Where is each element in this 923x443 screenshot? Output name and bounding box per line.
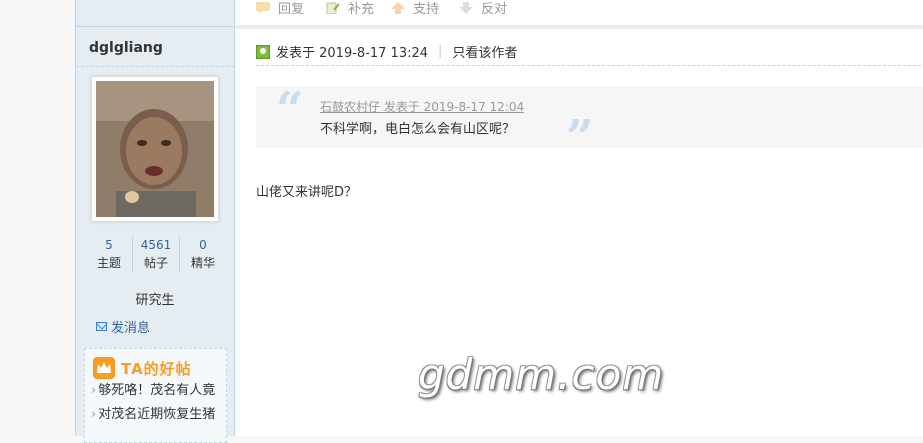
stat-digest-label: 精华: [190, 256, 215, 270]
supplement-action[interactable]: 补充: [326, 0, 374, 17]
thumb-up-icon: [391, 1, 405, 14]
good-posts-header: TA的好帖: [93, 357, 226, 379]
send-message-label: 发消息: [111, 321, 151, 336]
quote-close-icon: ”: [566, 110, 594, 166]
avatar-image: [96, 81, 214, 217]
quote-source-link[interactable]: 石鼓农村仔 发表于 2019-8-17 12:04: [320, 98, 524, 115]
reply-content: 山佬又来讲呢D？: [256, 185, 358, 200]
chevron-right-icon: ›: [91, 407, 97, 422]
quote-block: “ 石鼓农村仔 发表于 2019-8-17 12:04 不科学啊，电白怎么会有山…: [256, 82, 923, 166]
user-stats: 5 主题 4561 帖子 0 精华: [86, 236, 226, 272]
good-post-title[interactable]: 对茂名近期恢复生猪: [98, 407, 215, 422]
good-post-item[interactable]: › 够死咯！茂名有人竟: [91, 379, 226, 403]
good-post-item[interactable]: › 对茂名近期恢复生猪: [91, 403, 226, 427]
post-timestamp: 发表于 2019-8-17 13:24: [276, 46, 429, 61]
supplement-label: 补充: [348, 2, 375, 17]
quote-open-icon: “: [276, 82, 304, 138]
support-label: 支持: [413, 2, 440, 17]
reply-action[interactable]: 回复: [256, 0, 304, 17]
left-gutter: [0, 0, 75, 436]
sidebar-top-strip: [76, 0, 234, 27]
user-rank: 研究生: [135, 293, 175, 308]
avatar[interactable]: [91, 76, 219, 222]
edit-icon: [326, 2, 340, 14]
reply-icon: [256, 1, 270, 14]
send-message-link[interactable]: 发消息: [96, 317, 150, 336]
good-post-title[interactable]: 够死咯！茂名有人竟: [98, 383, 215, 398]
stat-digest-value[interactable]: 0: [180, 236, 226, 254]
oppose-action[interactable]: 反对: [459, 0, 507, 17]
oppose-label: 反对: [481, 2, 508, 17]
post-actions-bar: 回复 补充 支持 反对: [236, 0, 923, 29]
post-divider: [256, 65, 921, 66]
site-watermark: gdmm.com: [418, 350, 665, 399]
good-posts-title: TA的好帖: [121, 359, 192, 378]
stat-digest[interactable]: 0 精华: [180, 236, 226, 272]
divider: [76, 66, 234, 67]
mail-icon: [96, 322, 107, 331]
stat-posts[interactable]: 4561 帖子: [133, 236, 180, 272]
stat-threads-value[interactable]: 5: [86, 236, 132, 254]
crown-icon: [93, 357, 115, 379]
username-link[interactable]: dglgliang: [89, 40, 163, 56]
only-author-link[interactable]: 只看该作者: [452, 42, 517, 61]
good-posts-box: TA的好帖 › 够死咯！茂名有人竟 › 对茂名近期恢复生猪: [84, 348, 227, 443]
quote-text: 不科学啊，电白怎么会有山区呢？: [320, 122, 516, 137]
stat-threads-label: 主题: [96, 256, 121, 270]
reply-label: 回复: [278, 2, 305, 17]
post-header: 发表于 2019-8-17 13:24 | 只看该作者: [256, 42, 517, 61]
support-action[interactable]: 支持: [391, 0, 439, 17]
online-status-icon: [256, 44, 270, 59]
user-sidebar: dglgliang 5 主题 4561 帖子 0 精华 研究生 发消息 TA的好…: [75, 0, 235, 443]
stat-posts-value[interactable]: 4561: [133, 236, 179, 254]
stat-posts-label: 帖子: [143, 256, 168, 270]
thumb-down-icon: [459, 1, 473, 14]
stat-threads[interactable]: 5 主题: [86, 236, 133, 272]
separator: |: [438, 44, 443, 59]
chevron-right-icon: ›: [91, 383, 97, 398]
